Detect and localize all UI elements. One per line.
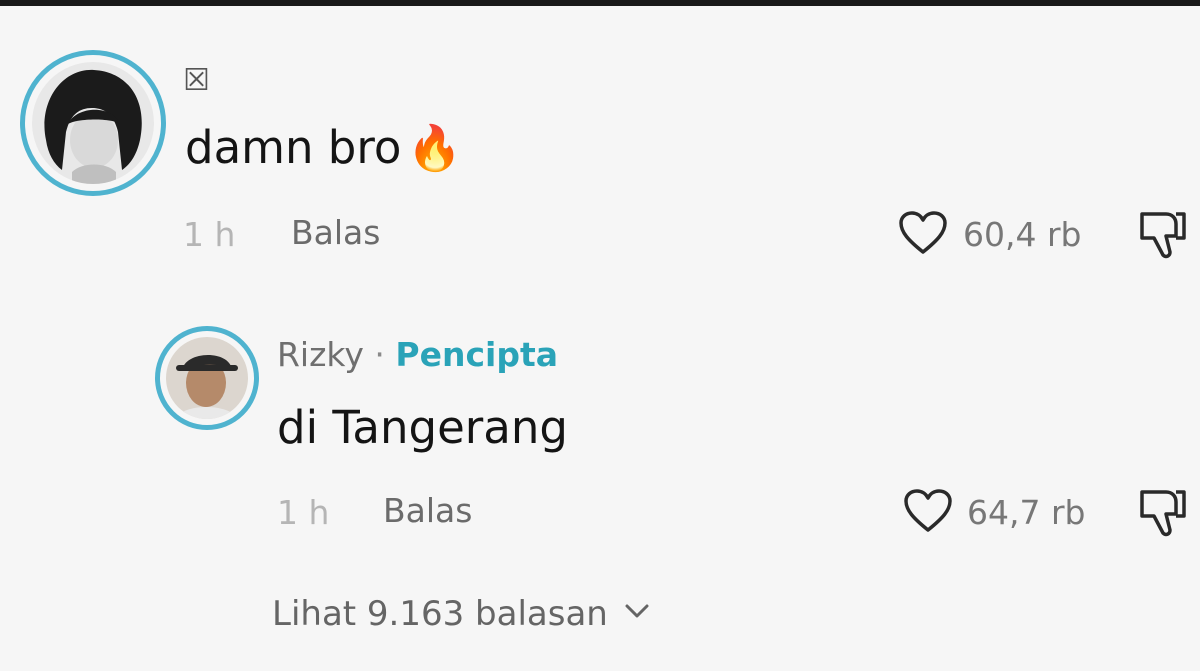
reply-user-line: Rizky · Pencipta (277, 338, 558, 371)
username[interactable]: Rizky (277, 335, 364, 374)
dislike-icon[interactable] (1136, 486, 1190, 540)
comment-text: di Tangerang (277, 401, 568, 454)
heart-icon[interactable] (903, 488, 953, 534)
separator: · (374, 335, 385, 374)
user-avatar-photo-icon (166, 337, 248, 419)
view-replies-button[interactable]: Lihat 9.163 balasan (272, 597, 651, 631)
view-replies-label: Lihat 9.163 balasan (272, 594, 608, 634)
fire-emoji-icon: 🔥 (407, 123, 463, 174)
username[interactable]: ☒ (183, 66, 210, 96)
heart-icon[interactable] (898, 210, 948, 256)
avatar[interactable] (32, 62, 154, 184)
comment-time: 1 h (183, 215, 236, 254)
top-edge-bar (0, 0, 1200, 6)
chevron-down-icon (625, 604, 649, 618)
comment-body: damn bro (185, 121, 402, 174)
reply-button[interactable]: Balas (291, 216, 380, 249)
reply-button[interactable]: Balas (383, 494, 472, 527)
like-count: 60,4 rb (963, 215, 1082, 254)
avatar[interactable] (166, 337, 248, 419)
comment-time: 1 h (277, 493, 330, 532)
user-avatar-dark-icon (32, 62, 154, 184)
dislike-icon[interactable] (1136, 208, 1190, 262)
like-count: 64,7 rb (967, 493, 1086, 532)
creator-badge: Pencipta (395, 335, 558, 374)
comment-text: damn bro 🔥 (185, 125, 462, 171)
